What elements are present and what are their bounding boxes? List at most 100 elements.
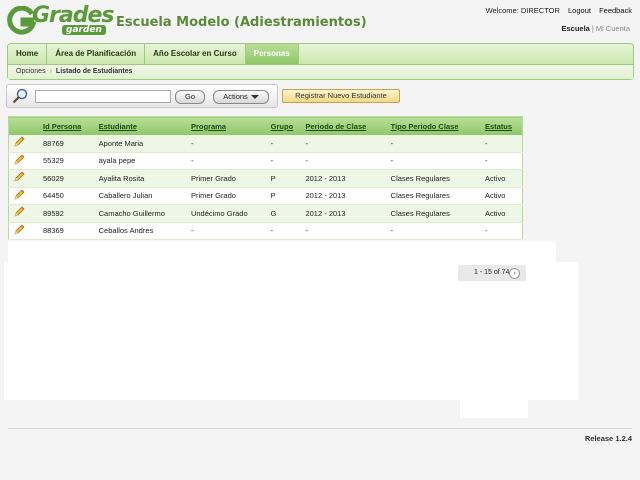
column-group[interactable]: Grupo [266,116,302,135]
breadcrumb-student-list: Listado de Estudiantes [55,68,133,75]
next-page-icon[interactable]: › [509,268,520,279]
chevron-down-icon [250,95,259,100]
cell-class-period-type: - [386,135,481,153]
blank-panel [4,262,578,400]
release-version: Release 1.2.4 [584,434,632,443]
cell-student: Aponte Maria [94,135,187,153]
cell-id-person: 88369 [39,222,95,240]
cell-class-period: - [301,135,387,153]
pagination-text: 1 - 15 of 74 [474,269,510,276]
pencil-edit-icon[interactable] [13,189,25,201]
feedback-link[interactable]: Feedback [599,6,632,15]
table-row: 88369 Ceballos Andres - - - - - [8,222,523,240]
cell-group: - [266,135,302,153]
cell-status: Activo [480,204,523,223]
account-links: Escuela | Mi Cuenta [561,24,631,33]
edit-cell [8,135,39,153]
table-header-row: Id Persona Estudiante Programa Grupo Per… [8,116,523,135]
column-id-person[interactable]: Id Persona [39,116,95,135]
actions-button[interactable]: Actions [213,90,269,104]
my-account-link[interactable]: Mi Cuenta [596,24,630,33]
edit-cell [8,152,39,170]
cell-program: - [186,152,267,170]
edit-cell [8,187,39,205]
cell-student: ayala pepe [94,152,187,170]
cell-class-period: - [301,222,387,240]
actions-label: Actions [223,92,248,101]
welcome-text: Welcome: DIRECTOR [485,6,560,15]
student-table: Id Persona Estudiante Programa Grupo Per… [8,116,523,240]
pagination: 1 - 15 of 74 › [458,265,526,281]
edit-cell [8,204,39,223]
go-button[interactable]: Go [175,90,205,104]
cell-id-person: 88769 [39,135,95,153]
cell-class-period-type: - [386,222,481,240]
pencil-edit-icon[interactable] [13,154,25,166]
search-icon [12,88,28,104]
cell-group: - [266,152,302,170]
logo-subtext: garden [62,25,106,35]
breadcrumb-options[interactable]: Opciones [16,68,46,75]
grades-garden-logo: Grades garden [6,3,115,38]
pencil-edit-icon[interactable] [13,224,25,236]
cell-id-person: 64450 [39,187,95,205]
main-navigation: Home Área de Planificación Año Escolar e… [7,43,634,80]
blank-panel [8,241,556,263]
footer-divider [8,428,632,429]
cell-status: Activo [480,187,523,205]
pencil-edit-icon[interactable] [13,206,25,218]
cell-program: Undécimo Grado [186,204,267,223]
search-toolbar: Go Actions [6,84,278,108]
tab-people[interactable]: Personas [245,44,299,64]
edit-cell [8,222,39,240]
cell-class-period: 2012 - 2013 [301,169,387,188]
cell-class-period: 2012 - 2013 [301,187,387,205]
edit-cell [8,169,39,188]
table-row: 88769 Aponte Maria - - - - - [8,135,523,153]
cell-status: - [480,152,523,170]
column-program[interactable]: Programa [186,116,267,135]
cell-group: G [266,204,302,223]
cell-status: - [480,222,523,240]
column-class-period[interactable]: Periodo de Clase [301,116,387,135]
cell-student: Ceballos Andres [94,222,187,240]
cell-id-person: 89592 [39,204,95,223]
cell-student: Ayalita Rosita [94,169,187,188]
cell-group: P [266,169,302,188]
tab-planning-area[interactable]: Área de Planificación [47,44,146,64]
cell-id-person: 56029 [39,169,95,188]
column-status[interactable]: Estatus [480,116,523,135]
blank-panel [460,398,528,418]
cell-student: Camacho Guillermo [94,204,187,223]
cell-status: Activo [480,169,523,188]
cell-status: - [480,135,523,153]
breadcrumb: Opciones › Listado de Estudiantes [8,65,633,79]
tab-current-school-year[interactable]: Año Escolar en Curso [145,44,246,64]
cell-id-person: 55329 [39,152,95,170]
register-student-button[interactable]: Registrar Nuevo Estudiante [282,89,400,103]
cell-class-period-type: Clases Regulares [386,187,481,205]
table-row: 64450 Caballero Julian Primer Grado P 2012 -… [8,187,523,205]
cell-class-period-type: - [386,152,481,170]
cell-class-period-type: Clases Regulares [386,169,481,188]
table-row: 55329 ayala pepe - - - - - [8,152,523,170]
table-row: 89592 Camacho Guillermo Undécimo Grado G 201… [8,204,523,223]
tab-bar: Home Área de Planificación Año Escolar e… [8,44,633,65]
pencil-edit-icon[interactable] [13,171,25,183]
cell-group: - [266,222,302,240]
column-student[interactable]: Estudiante [94,116,187,135]
top-links: Welcome: DIRECTOR Logout Feedback [480,6,632,15]
search-input[interactable] [35,90,171,103]
column-class-period-type[interactable]: Tipo Periodo Clase [386,116,481,135]
breadcrumb-separator-icon: › [49,68,52,75]
cell-class-period-type: Clases Regulares [386,204,481,223]
school-link[interactable]: Escuela [562,24,590,33]
cell-group: P [266,187,302,205]
cell-class-period: 2012 - 2013 [301,204,387,223]
pencil-edit-icon[interactable] [13,136,25,148]
cell-program: - [186,222,267,240]
cell-program: Primer Grado [186,169,267,188]
logout-link[interactable]: Logout [568,6,591,15]
cell-class-period: - [301,152,387,170]
tab-home[interactable]: Home [8,44,48,64]
